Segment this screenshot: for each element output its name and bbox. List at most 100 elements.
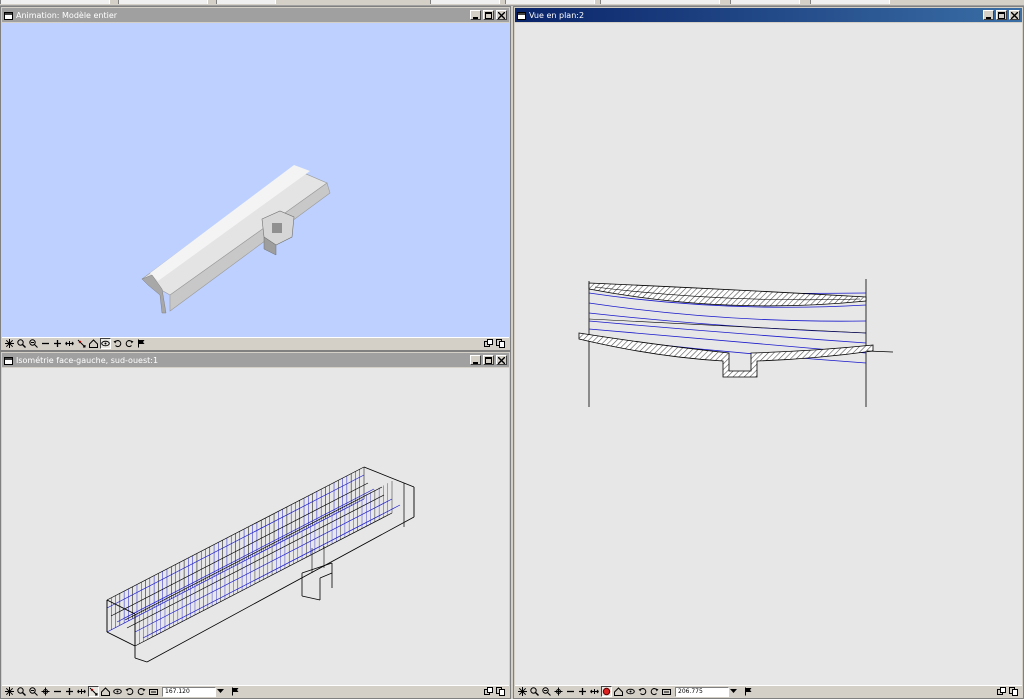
wireframe-edge bbox=[134, 657, 148, 663]
tile-icon[interactable] bbox=[483, 686, 494, 697]
zoom-window-icon[interactable] bbox=[28, 686, 39, 697]
select-all-icon[interactable] bbox=[517, 686, 528, 697]
select-all-icon[interactable] bbox=[4, 338, 15, 349]
animation-window: Animation: Modèle entier bbox=[0, 6, 511, 351]
isometric-window: Isométrie face-gauche, sud-ouest:1 bbox=[0, 351, 511, 699]
zoom-out-icon[interactable] bbox=[565, 686, 576, 697]
isometric-bottom-controls bbox=[483, 685, 507, 697]
wireframe-edge bbox=[106, 474, 365, 609]
close-icon[interactable] bbox=[496, 10, 507, 20]
redo-view-icon[interactable] bbox=[136, 686, 147, 697]
zoom-window-icon[interactable] bbox=[541, 686, 552, 697]
zoom-window-icon[interactable] bbox=[28, 338, 39, 349]
move-icon[interactable] bbox=[64, 338, 75, 349]
window-menu-icon[interactable] bbox=[4, 356, 13, 365]
undo-view-icon[interactable] bbox=[637, 686, 648, 697]
select-all-icon[interactable] bbox=[4, 686, 15, 697]
tile-icon[interactable] bbox=[996, 686, 1007, 697]
move-icon[interactable] bbox=[76, 686, 87, 697]
zoom-input[interactable] bbox=[162, 686, 216, 697]
flag-icon[interactable] bbox=[230, 686, 241, 697]
redo-view-icon[interactable] bbox=[649, 686, 660, 697]
animation-viewport[interactable] bbox=[2, 23, 509, 337]
wireframe-edge bbox=[126, 494, 385, 629]
orbit-icon[interactable] bbox=[100, 338, 111, 349]
wireframe-edge bbox=[110, 482, 369, 617]
isometric-window-title: Isométrie face-gauche, sud-ouest:1 bbox=[16, 355, 159, 365]
animation-bottom-controls bbox=[483, 337, 507, 349]
home-view-icon[interactable] bbox=[100, 686, 111, 697]
plan-titlebar[interactable]: Vue en plan:2 bbox=[515, 8, 1022, 22]
plan-bottom-controls bbox=[996, 685, 1020, 697]
zoom-in-icon[interactable] bbox=[52, 338, 63, 349]
flag-icon[interactable] bbox=[136, 338, 147, 349]
maximize-icon[interactable] bbox=[483, 10, 494, 20]
redo-view-icon[interactable] bbox=[124, 338, 135, 349]
plan-viewport[interactable] bbox=[515, 23, 1022, 685]
plan-drawing bbox=[578, 279, 894, 407]
wireframe-edge bbox=[116, 488, 375, 623]
beam-top-face bbox=[141, 167, 328, 296]
plan-window-title: Vue en plan:2 bbox=[529, 10, 585, 20]
maximize-icon[interactable] bbox=[996, 10, 1007, 20]
window-menu-icon[interactable] bbox=[517, 11, 526, 20]
flag-icon[interactable] bbox=[743, 686, 754, 697]
animation-statusbar bbox=[2, 337, 509, 349]
animation-titlebar[interactable]: Animation: Modèle entier bbox=[2, 8, 509, 22]
orbit-icon[interactable] bbox=[112, 686, 123, 697]
cascade-icon[interactable] bbox=[1008, 686, 1019, 697]
pan-icon[interactable] bbox=[76, 338, 87, 349]
cascade-icon[interactable] bbox=[495, 338, 506, 349]
window-menu-icon[interactable] bbox=[4, 11, 13, 20]
rotate-icon[interactable] bbox=[40, 686, 51, 697]
plan-top-hatched-arc bbox=[588, 282, 867, 307]
zoom-field-icon bbox=[148, 686, 159, 697]
zoom-in-icon[interactable] bbox=[64, 686, 75, 697]
rotate-icon[interactable] bbox=[553, 686, 564, 697]
isometric-viewport[interactable] bbox=[2, 368, 509, 685]
pan-icon[interactable] bbox=[88, 686, 99, 697]
close-icon[interactable] bbox=[496, 355, 507, 365]
close-icon[interactable] bbox=[1009, 10, 1020, 20]
plan-bottom-hatched-arc bbox=[578, 332, 874, 378]
plan-statusbar bbox=[515, 685, 1022, 697]
wireframe-beam bbox=[106, 466, 415, 663]
zoom-in-icon[interactable] bbox=[577, 686, 588, 697]
plan-window: Vue en plan:2 bbox=[513, 6, 1024, 699]
tile-icon[interactable] bbox=[483, 338, 494, 349]
zoom-out-icon[interactable] bbox=[40, 338, 51, 349]
zoom-icon[interactable] bbox=[16, 338, 27, 349]
zoom-dropdown-icon[interactable] bbox=[216, 687, 224, 697]
undo-view-icon[interactable] bbox=[112, 338, 123, 349]
wireframe-edge bbox=[142, 504, 401, 639]
home-view-icon[interactable] bbox=[613, 686, 624, 697]
wireframe-edge bbox=[124, 486, 383, 621]
zoom-icon[interactable] bbox=[529, 686, 540, 697]
measure-icon[interactable] bbox=[601, 686, 612, 697]
orbit-icon[interactable] bbox=[625, 686, 636, 697]
cascade-icon[interactable] bbox=[495, 686, 506, 697]
animation-window-title: Animation: Modèle entier bbox=[16, 10, 118, 20]
wireframe-edge bbox=[363, 466, 415, 488]
plan-ground-line bbox=[866, 350, 894, 353]
minimize-icon[interactable] bbox=[470, 10, 481, 20]
zoom-dropdown-icon[interactable] bbox=[729, 687, 737, 697]
home-view-icon[interactable] bbox=[88, 338, 99, 349]
zoom-field-icon bbox=[661, 686, 672, 697]
wireframe-edge bbox=[301, 562, 333, 574]
wireframe-edge bbox=[319, 572, 333, 579]
undo-view-icon[interactable] bbox=[124, 686, 135, 697]
isometric-statusbar bbox=[2, 685, 509, 697]
wireframe-edge bbox=[301, 595, 321, 601]
wireframe-model-render bbox=[106, 466, 415, 663]
minimize-icon[interactable] bbox=[470, 355, 481, 365]
cad-workspace: Animation: Modèle entier Isométrie face-… bbox=[0, 0, 1024, 699]
maximize-icon[interactable] bbox=[483, 355, 494, 365]
zoom-icon[interactable] bbox=[16, 686, 27, 697]
isometric-titlebar[interactable]: Isométrie face-gauche, sud-ouest:1 bbox=[2, 353, 509, 367]
zoom-out-icon[interactable] bbox=[52, 686, 63, 697]
shaded-model-render bbox=[141, 165, 331, 314]
minimize-icon[interactable] bbox=[983, 10, 994, 20]
move-icon[interactable] bbox=[589, 686, 600, 697]
zoom-input[interactable] bbox=[675, 686, 729, 697]
